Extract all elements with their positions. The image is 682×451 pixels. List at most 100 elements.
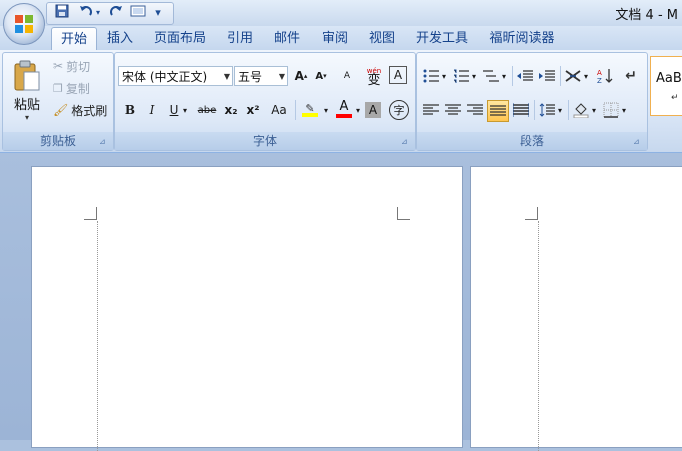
align-center-icon [445, 104, 461, 115]
style-gallery-item-normal[interactable]: AaBl ↵ [650, 56, 682, 116]
phonetic-guide-button[interactable]: wén 变 [363, 64, 385, 88]
strikethrough-button[interactable]: abe [195, 100, 219, 120]
underline-dropdown-icon[interactable]: ▾ [180, 100, 190, 120]
cut-button[interactable]: ✂ 剪切 [53, 57, 90, 75]
bullets-button[interactable] [421, 66, 441, 86]
tab-developer[interactable]: 开发工具 [410, 29, 474, 49]
justify-button[interactable] [487, 100, 509, 122]
font-group: 宋体 (中文正文) ▼ 五号 ▼ A ▴ A ▾ A wén 变 A B I U ▾… [114, 52, 416, 151]
character-shading-button[interactable]: A [365, 102, 381, 118]
document-page-1[interactable] [31, 166, 463, 451]
line-spacing-dropdown-icon[interactable]: ▾ [555, 100, 565, 120]
multilevel-dropdown-icon[interactable]: ▾ [499, 66, 509, 86]
font-name-combo[interactable]: 宋体 (中文正文) ▼ [118, 66, 233, 86]
grow-font-icon: A [294, 69, 304, 83]
bullets-dropdown-icon[interactable]: ▾ [439, 66, 449, 86]
title-bar: ▾ ▾ 文档 4 - M [0, 0, 682, 26]
distributed-button[interactable] [511, 100, 531, 120]
document-workspace[interactable] [0, 153, 682, 451]
change-case-button[interactable]: Aa [267, 100, 291, 120]
font-name-value: 宋体 (中文正文) [122, 70, 208, 84]
multilevel-list-icon [483, 70, 499, 82]
style-sample-mark: ↵ [671, 93, 679, 103]
highlight-dropdown-icon[interactable]: ▾ [321, 100, 331, 120]
tab-home[interactable]: 开始 [51, 27, 97, 51]
clipboard-launcher-icon[interactable]: ⊿ [99, 137, 109, 147]
chinese-layout-dropdown-icon[interactable]: ▾ [581, 66, 591, 86]
text-boundary-line [97, 221, 98, 451]
clear-formatting-button[interactable]: A [337, 66, 357, 86]
align-left-icon [423, 104, 439, 115]
numbering-icon [454, 69, 469, 83]
font-color-dropdown-icon[interactable]: ▾ [353, 100, 363, 120]
grow-font-button[interactable]: A ▴ [291, 66, 311, 86]
decrease-indent-icon [517, 70, 533, 81]
office-button[interactable] [3, 3, 45, 45]
enclose-characters-button[interactable]: 字 [389, 100, 409, 120]
highlight-color-swatch [302, 112, 318, 117]
line-spacing-button[interactable] [537, 100, 557, 120]
paste-icon [14, 60, 40, 91]
clear-formatting-icon: A [343, 71, 351, 81]
show-hide-marks-button[interactable]: ↵ [621, 66, 641, 86]
font-group-label: 字体 [115, 132, 415, 150]
tab-page-layout[interactable]: 页面布局 [150, 29, 210, 49]
svg-text:Z: Z [597, 77, 602, 84]
paragraph-group-label: 段落 [417, 132, 647, 150]
quick-access-toolbar: ▾ ▾ [46, 2, 174, 25]
window-title: 文档 4 - M [615, 8, 678, 23]
align-center-button[interactable] [443, 100, 463, 120]
font-color-button[interactable]: A [333, 98, 355, 120]
tab-references[interactable]: 引用 [221, 29, 259, 49]
undo-dropdown-icon[interactable]: ▾ [93, 4, 103, 22]
svg-text:A: A [597, 69, 602, 77]
superscript-button[interactable]: x² [243, 100, 263, 120]
font-launcher-icon[interactable]: ⊿ [401, 137, 411, 147]
subscript-button[interactable]: x₂ [221, 100, 241, 120]
character-border-button[interactable]: A [389, 66, 407, 84]
tab-view[interactable]: 视图 [363, 29, 401, 49]
paintbrush-icon: 🖌 [53, 103, 69, 117]
highlight-button[interactable]: ✎ [299, 98, 321, 120]
tab-insert[interactable]: 插入 [101, 29, 139, 49]
align-left-button[interactable] [421, 100, 441, 120]
multilevel-list-button[interactable] [481, 66, 501, 86]
chinese-layout-button[interactable] [563, 66, 583, 86]
borders-button[interactable] [601, 100, 621, 120]
numbering-dropdown-icon[interactable]: ▾ [469, 66, 479, 86]
paste-button[interactable]: 粘贴 ▾ [7, 55, 47, 127]
margin-corner-top-right [397, 207, 410, 220]
font-color-swatch [336, 114, 352, 118]
bold-button[interactable]: B [120, 100, 140, 120]
tab-review[interactable]: 审阅 [316, 29, 354, 49]
font-size-combo[interactable]: 五号 ▼ [234, 66, 288, 86]
borders-dropdown-icon[interactable]: ▾ [619, 100, 629, 120]
character-border-icon: A [393, 68, 403, 82]
redo-icon[interactable] [107, 4, 125, 22]
paragraph-mark-icon: ↵ [625, 68, 637, 84]
paste-dropdown-icon[interactable]: ▾ [25, 113, 29, 122]
document-page-2[interactable] [470, 166, 682, 451]
save-icon[interactable] [53, 4, 71, 22]
numbering-button[interactable] [451, 66, 471, 86]
decrease-indent-button[interactable] [515, 66, 535, 86]
copy-button[interactable]: ❐ 复制 [53, 79, 90, 97]
shrink-font-button[interactable]: A ▾ [311, 66, 331, 86]
increase-indent-button[interactable] [537, 66, 557, 86]
scissors-icon: ✂ [53, 59, 64, 73]
tab-mailings[interactable]: 邮件 [268, 29, 306, 49]
align-right-button[interactable] [465, 100, 485, 120]
paragraph-launcher-icon[interactable]: ⊿ [633, 137, 643, 147]
shading-dropdown-icon[interactable]: ▾ [589, 100, 599, 120]
shrink-font-icon: A [315, 70, 324, 82]
sort-button[interactable]: AZ [595, 66, 615, 86]
print-preview-icon[interactable] [129, 4, 147, 22]
shading-button[interactable] [571, 100, 591, 120]
copy-label: 复制 [65, 81, 90, 96]
italic-button[interactable]: I [142, 100, 162, 120]
chinese-layout-icon [565, 70, 581, 82]
customize-qat-icon[interactable]: ▾ [151, 4, 165, 22]
tab-foxit-reader[interactable]: 福昕阅读器 [484, 29, 560, 49]
font-size-value: 五号 [238, 70, 263, 84]
format-painter-button[interactable]: 🖌 格式刷 [53, 101, 107, 119]
